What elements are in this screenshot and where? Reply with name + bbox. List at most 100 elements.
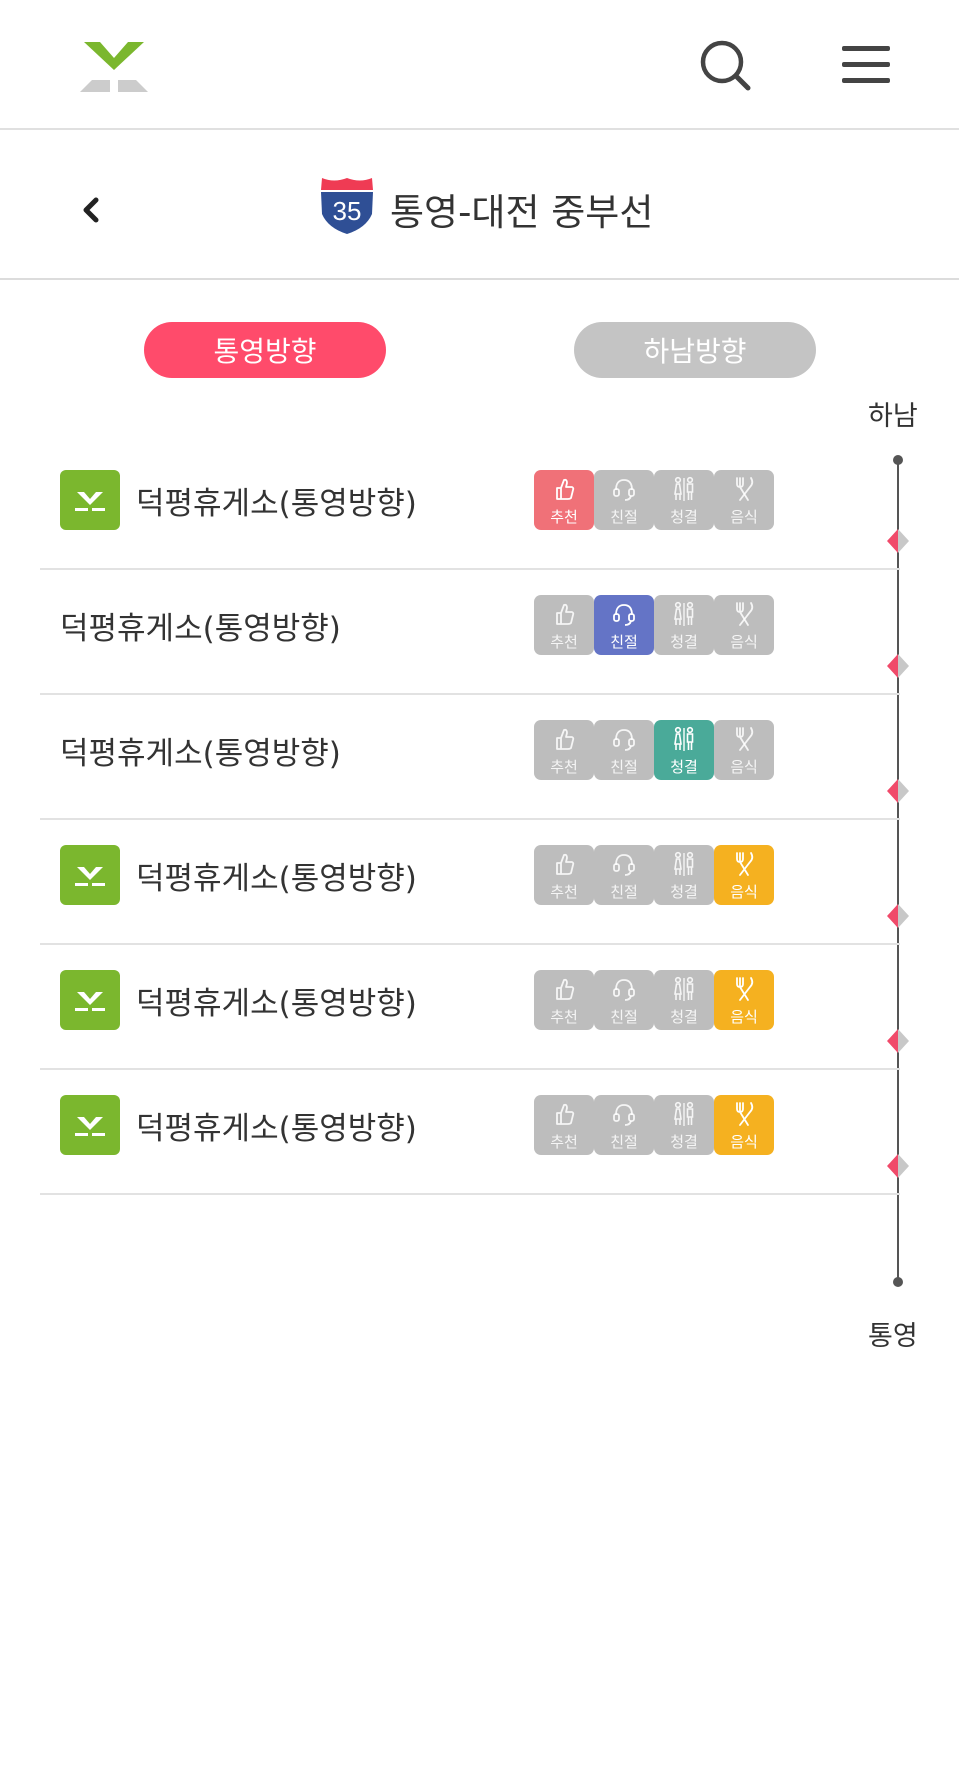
rest-area-row[interactable]: 덕평휴게소(통영방향) 추천 친절 청결 음식 [40,803,900,945]
clean-icon [672,476,696,502]
clean-icon [672,976,696,1002]
recommend-icon [552,851,576,877]
recommend-badge-label: 추천 [550,508,578,526]
kind-badge[interactable]: 친절 [594,595,654,655]
route-title-bar: 35 통영-대전 중부선 [0,130,959,280]
food-badge-label: 음식 [730,508,758,526]
recommend-icon [552,976,576,1002]
rest-area-name: 덕평휴게소(통영방향) [136,986,417,1022]
menu-icon[interactable] [838,42,894,88]
food-badge[interactable]: 음식 [714,970,774,1030]
clean-icon [672,851,696,877]
clean-badge[interactable]: 청결 [654,970,714,1030]
rest-area-name: 덕평휴게소(통영방향) [136,486,417,522]
recommend-badge[interactable]: 추천 [534,845,594,905]
clean-badge[interactable]: 청결 [654,720,714,780]
food-icon [732,976,756,1002]
food-badge-label: 음식 [730,1008,758,1026]
clean-icon [672,601,696,627]
kind-icon [612,476,636,502]
rest-area-brand-icon [60,970,120,1030]
food-icon [732,726,756,752]
timeline-marker [887,654,909,678]
kind-badge[interactable]: 친절 [594,470,654,530]
recommend-badge[interactable]: 추천 [534,470,594,530]
rest-area-brand-icon [60,845,120,905]
route-shield-icon: 35 [321,178,373,234]
rest-area-row[interactable]: 덕평휴게소(통영방향) 추천 친절 청결 음식 [40,928,900,1070]
recommend-badge-label: 추천 [550,633,578,651]
recommend-badge-label: 추천 [550,758,578,776]
kind-badge[interactable]: 친절 [594,970,654,1030]
clean-badge[interactable]: 청결 [654,1095,714,1155]
kind-badge-label: 친절 [610,883,638,901]
rest-area-row[interactable]: 덕평휴게소(통영방향) 추천 친절 청결 음식 [40,428,900,570]
clean-badge-label: 청결 [670,758,698,776]
recommend-icon [552,726,576,752]
rest-area-brand-icon [60,1095,120,1155]
recommend-badge[interactable]: 추천 [534,1095,594,1155]
recommend-badge[interactable]: 추천 [534,595,594,655]
rest-area-brand-icon [60,470,120,530]
kind-badge-label: 친절 [610,508,638,526]
timeline-marker [887,1154,909,1178]
food-icon [732,476,756,502]
timeline-marker [887,529,909,553]
clean-icon [672,1101,696,1127]
clean-badge[interactable]: 청결 [654,470,714,530]
recommend-icon [552,476,576,502]
kind-badge[interactable]: 친절 [594,720,654,780]
food-badge[interactable]: 음식 [714,845,774,905]
food-icon [732,601,756,627]
food-badge[interactable]: 음식 [714,1095,774,1155]
back-chevron-icon[interactable] [74,186,110,234]
tab-hanam-direction[interactable]: 하남방향 [574,322,816,378]
app-header [0,0,959,130]
rest-area-row[interactable]: 덕평휴게소(통영방향) 추천 친절 청결 음식 [40,553,900,695]
food-badge-label: 음식 [730,1133,758,1151]
search-icon[interactable] [698,38,754,94]
clean-badge-label: 청결 [670,1008,698,1026]
rest-area-name: 덕평휴게소(통영방향) [136,861,417,897]
clean-icon [672,726,696,752]
kind-badge-label: 친절 [610,1133,638,1151]
clean-badge-label: 청결 [670,633,698,651]
timeline-end-dot [893,1277,903,1287]
tab-tongyeong-direction[interactable]: 통영방향 [144,322,386,378]
kind-icon [612,851,636,877]
kind-icon [612,601,636,627]
food-badge[interactable]: 음식 [714,720,774,780]
rest-area-row[interactable]: 덕평휴게소(통영방향) 추천 친절 청결 음식 [40,678,900,820]
clean-badge[interactable]: 청결 [654,595,714,655]
rest-area-name: 덕평휴게소(통영방향) [136,1111,417,1147]
timeline-marker [887,1029,909,1053]
timeline-end-label: 통영 [868,1321,918,1352]
food-badge[interactable]: 음식 [714,470,774,530]
kind-badge[interactable]: 친절 [594,1095,654,1155]
kind-icon [612,1101,636,1127]
timeline-marker [887,779,909,803]
clean-badge[interactable]: 청결 [654,845,714,905]
food-icon [732,851,756,877]
food-badge-label: 음식 [730,633,758,651]
rest-area-name: 덕평휴게소(통영방향) [60,611,341,647]
kind-badge-label: 친절 [610,1008,638,1026]
recommend-badge-label: 추천 [550,1008,578,1026]
timeline-marker [887,904,909,928]
recommend-badge[interactable]: 추천 [534,970,594,1030]
route-number: 35 [333,196,362,226]
kind-icon [612,726,636,752]
kind-badge[interactable]: 친절 [594,845,654,905]
food-badge-label: 음식 [730,883,758,901]
recommend-badge[interactable]: 추천 [534,720,594,780]
recommend-badge-label: 추천 [550,1133,578,1151]
highway-logo[interactable] [78,40,150,96]
clean-badge-label: 청결 [670,1133,698,1151]
kind-badge-label: 친절 [610,758,638,776]
food-badge[interactable]: 음식 [714,595,774,655]
recommend-icon [552,1101,576,1127]
rest-area-name: 덕평휴게소(통영방향) [60,736,341,772]
kind-badge-label: 친절 [610,633,638,651]
food-badge-label: 음식 [730,758,758,776]
rest-area-row[interactable]: 덕평휴게소(통영방향) 추천 친절 청결 음식 [40,1053,900,1195]
